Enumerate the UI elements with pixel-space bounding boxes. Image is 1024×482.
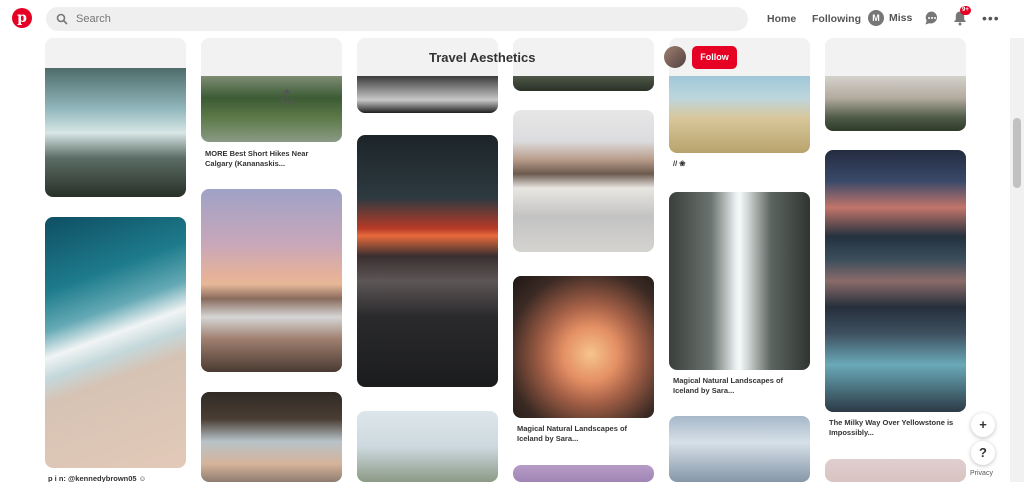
create-pin-button[interactable]: + [971, 413, 995, 437]
search-icon [56, 13, 68, 25]
follow-button[interactable]: Follow [692, 46, 737, 69]
pin-caption: MORE Best Short Hikes Near Calgary (Kanan… [205, 149, 309, 168]
pin-purple-sky[interactable] [513, 465, 654, 482]
pin-cloudy-cliff[interactable] [669, 416, 810, 482]
pin-forest-hike[interactable] [201, 38, 342, 142]
pin-balcony-view[interactable] [825, 38, 966, 131]
share-icon[interactable] [279, 88, 295, 104]
board-owner-avatar[interactable] [664, 46, 686, 68]
scrollbar-thumb[interactable] [1013, 118, 1021, 188]
pin-red-sunset-beach[interactable] [357, 135, 498, 387]
pin-caption: // ❀ [673, 159, 686, 168]
search-input[interactable] [76, 13, 676, 25]
pin-sea-arch[interactable] [201, 392, 342, 482]
pin-caption: p i n: @kennedybrown05 ☺ [48, 474, 147, 482]
pin-caption: Magical Natural Landscapes of Iceland by … [517, 424, 628, 443]
messages-icon[interactable] [924, 10, 940, 26]
board-title: Travel Aesthetics [429, 50, 536, 65]
pin-grid: p i n: @kennedybrown05 ☺ MORE Best Short… [0, 38, 1010, 482]
help-button[interactable]: ? [971, 441, 995, 465]
search-bar[interactable] [46, 7, 748, 31]
pin-caption: Magical Natural Landscapes of Iceland by … [673, 376, 784, 395]
pin-ocean-waves[interactable] [45, 217, 186, 468]
pin-misty-coast[interactable] [357, 411, 498, 482]
privacy-link[interactable]: Privacy [970, 470, 993, 477]
avatar: M [868, 10, 884, 26]
top-bar: p Home Following M Miss 9+ ••• [0, 0, 1024, 38]
scrollbar[interactable] [1010, 38, 1024, 482]
pin-pink-horizon[interactable] [825, 459, 966, 482]
notification-badge: 9+ [960, 6, 971, 15]
nav-following[interactable]: Following [812, 0, 861, 38]
user-profile-link[interactable]: M Miss [868, 10, 912, 26]
pin-waterfall-canyon[interactable] [45, 38, 186, 197]
pinterest-logo[interactable]: p [12, 8, 32, 28]
pin-iceland-waterfall[interactable] [669, 192, 810, 370]
pin-coastal-sunset[interactable] [201, 189, 342, 372]
more-options-icon[interactable]: ••• [982, 10, 1000, 26]
pin-milky-way-yellowstone[interactable] [825, 150, 966, 412]
board-header: Travel Aesthetics Follow [357, 43, 741, 75]
pin-caption: The Milky Way Over Yellowstone is Impossi… [829, 418, 954, 437]
pin-cave-waterfall[interactable] [513, 276, 654, 418]
pin-mountain-lake[interactable] [513, 110, 654, 252]
nav-home[interactable]: Home [767, 0, 796, 38]
user-name: Miss [889, 12, 913, 24]
